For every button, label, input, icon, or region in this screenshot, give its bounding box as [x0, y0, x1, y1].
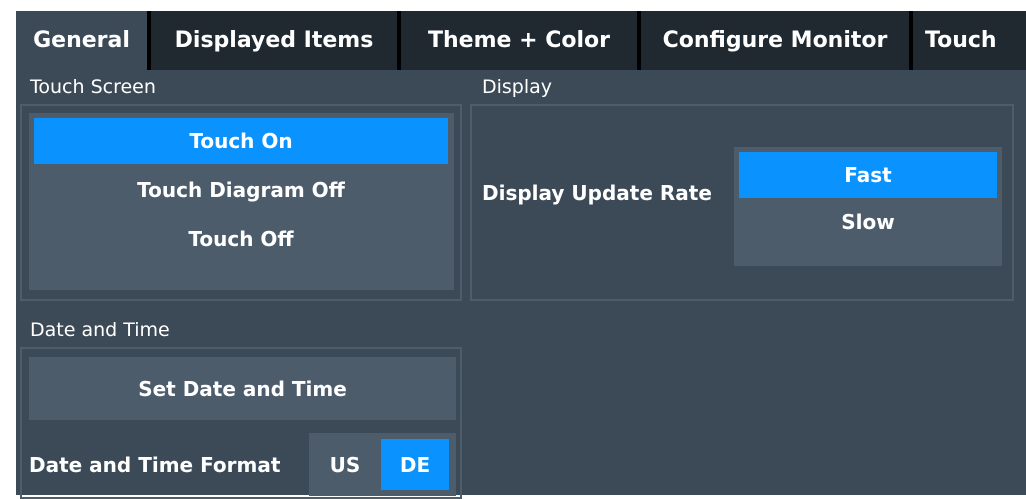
tab-displayed-items[interactable]: Displayed Items — [151, 11, 397, 70]
tab-bar: General Displayed Items Theme + Color Co… — [16, 11, 1026, 70]
tab-configure-monitor[interactable]: Configure Monitor — [641, 11, 909, 70]
tab-general[interactable]: General — [16, 11, 147, 70]
tab-theme-color[interactable]: Theme + Color — [401, 11, 637, 70]
date-time-format-label: Date and Time Format — [29, 452, 281, 477]
touch-diagram-off-option[interactable]: Touch Diagram Off — [34, 167, 448, 213]
update-rate-slow-option[interactable]: Slow — [739, 199, 997, 245]
general-tab-content: Touch Screen Touch On Touch Diagram Off … — [16, 70, 1026, 499]
format-us-option[interactable]: US — [315, 439, 375, 490]
display-update-rate-selector[interactable]: Fast Slow — [734, 147, 1002, 266]
date-time-format-selector[interactable]: US DE — [309, 433, 456, 496]
date-time-group-title: Date and Time — [30, 319, 170, 341]
touch-off-option[interactable]: Touch Off — [34, 216, 448, 262]
tab-touch[interactable]: Touch — [913, 11, 1026, 70]
touch-screen-group-title: Touch Screen — [30, 76, 156, 98]
update-rate-fast-option[interactable]: Fast — [739, 152, 997, 198]
touch-on-option[interactable]: Touch On — [34, 118, 448, 164]
display-update-rate-label: Display Update Rate — [482, 181, 712, 205]
touch-screen-option-list[interactable]: Touch On Touch Diagram Off Touch Off — [29, 113, 454, 290]
format-de-option[interactable]: DE — [381, 439, 449, 490]
display-group: Display Update Rate Fast Slow — [470, 104, 1014, 301]
display-group-title: Display — [482, 76, 553, 98]
date-time-group: Set Date and Time Date and Time Format U… — [20, 347, 462, 499]
settings-dialog: General Displayed Items Theme + Color Co… — [16, 11, 1026, 499]
touch-screen-group: Touch On Touch Diagram Off Touch Off — [20, 104, 462, 301]
set-date-time-button[interactable]: Set Date and Time — [29, 357, 456, 420]
